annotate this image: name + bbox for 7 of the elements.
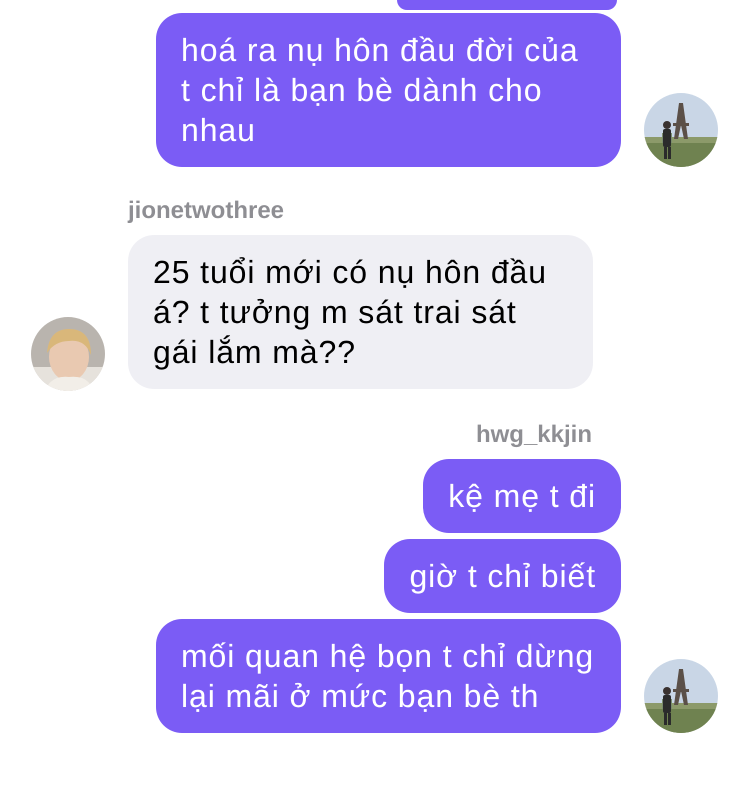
message-bubble: giờ t chỉ biết [384,539,621,613]
message-bubble: kệ mẹ t đi [423,459,621,533]
message-bubble: 25 tuổi mới có nụ hôn đầu á? t tưởng m sát trai sát gái lắm mà?? [128,235,593,389]
sender-name: hwg_kkjin [476,421,592,449]
sender-name: jionetwothree [128,197,284,225]
message-bubble: hoá ra nụ hôn đầu đời của t chỉ là bạn bè dành cho nhau [156,13,621,167]
message-bubble: mối quan hệ bọn t chỉ dừng lại mãi ở mức bạn bè th [156,619,621,733]
